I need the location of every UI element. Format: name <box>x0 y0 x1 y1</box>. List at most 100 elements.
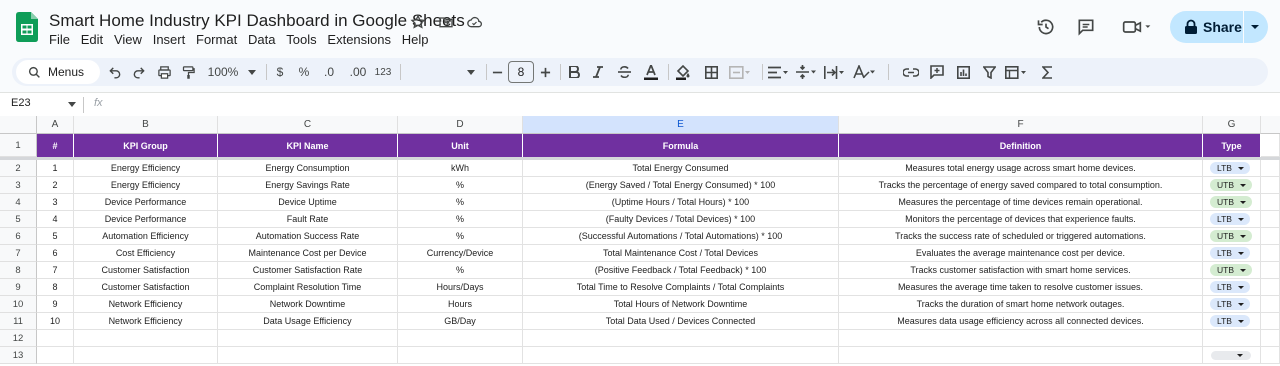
cell-b9[interactable]: Customer Satisfaction <box>74 279 218 296</box>
merge-cells-icon[interactable] <box>726 58 754 86</box>
type-dropdown-chip[interactable]: UTB <box>1210 230 1252 242</box>
print-icon[interactable] <box>152 58 176 86</box>
cloud-saved-icon[interactable] <box>464 12 484 32</box>
cell-c9[interactable]: Complaint Resolution Time <box>218 279 398 296</box>
name-box[interactable]: E23 <box>11 97 31 109</box>
cell-f11[interactable]: Measures data usage efficiency across al… <box>839 313 1203 330</box>
row-header-3[interactable]: 3 <box>0 177 37 194</box>
cell-b12[interactable] <box>74 330 218 347</box>
cell-c4[interactable]: Device Uptime <box>218 194 398 211</box>
insert-chart-icon[interactable] <box>952 58 974 86</box>
cell-e12[interactable] <box>523 330 839 347</box>
cell-d9[interactable]: Hours/Days <box>398 279 523 296</box>
cell-b11[interactable]: Network Efficiency <box>74 313 218 330</box>
menu-file[interactable]: File <box>49 32 70 47</box>
header-cell-e[interactable]: Formula <box>523 134 839 157</box>
italic-icon[interactable] <box>588 58 608 86</box>
redo-icon[interactable] <box>128 58 150 86</box>
share-dropdown-icon[interactable] <box>1250 24 1260 30</box>
type-dropdown-chip[interactable]: LTB <box>1210 247 1250 259</box>
menu-view[interactable]: View <box>114 32 142 47</box>
cell-a3[interactable]: 2 <box>37 177 74 194</box>
menu-tools[interactable]: Tools <box>286 32 316 47</box>
cell-d6[interactable]: % <box>398 228 523 245</box>
bold-icon[interactable] <box>564 58 584 86</box>
column-header-c[interactable]: C <box>218 116 398 134</box>
cell-g8[interactable]: UTB <box>1203 262 1261 279</box>
type-dropdown-chip[interactable]: LTB <box>1210 315 1250 327</box>
cell-e2[interactable]: Total Energy Consumed <box>523 160 839 177</box>
decrease-font-size-icon[interactable] <box>488 58 506 86</box>
row-header-4[interactable]: 4 <box>0 194 37 211</box>
cell-a7[interactable]: 6 <box>37 245 74 262</box>
cell-e8[interactable]: (Positive Feedback / Total Feedback) * 1… <box>523 262 839 279</box>
type-dropdown-chip[interactable]: LTB <box>1210 162 1250 174</box>
cell-g3[interactable]: UTB <box>1203 177 1261 194</box>
row-header-8[interactable]: 8 <box>0 262 37 279</box>
cell-d4[interactable]: % <box>398 194 523 211</box>
name-box-dropdown-icon[interactable] <box>68 102 76 107</box>
number-format-button[interactable]: 123 <box>372 58 394 86</box>
row-header-12[interactable]: 12 <box>0 330 37 347</box>
cell-e3[interactable]: (Energy Saved / Total Energy Consumed) *… <box>523 177 839 194</box>
cell-d5[interactable]: % <box>398 211 523 228</box>
star-icon[interactable] <box>408 12 428 32</box>
font-family-select[interactable] <box>404 58 484 86</box>
header-cell-f[interactable]: Definition <box>839 134 1203 157</box>
row-header-1[interactable]: 1 <box>0 134 37 157</box>
strikethrough-icon[interactable] <box>614 58 634 86</box>
row-header-13[interactable]: 13 <box>0 347 37 364</box>
cell-b8[interactable]: Customer Satisfaction <box>74 262 218 279</box>
cell-g4[interactable]: UTB <box>1203 194 1261 211</box>
select-all-corner[interactable] <box>0 116 37 134</box>
cell-a4[interactable]: 3 <box>37 194 74 211</box>
cell-g5[interactable]: LTB <box>1203 211 1261 228</box>
cell-e4[interactable]: (Uptime Hours / Total Hours) * 100 <box>523 194 839 211</box>
row-header-10[interactable]: 10 <box>0 296 37 313</box>
empty-type-dropdown-chip[interactable] <box>1211 351 1251 360</box>
cell-b6[interactable]: Automation Efficiency <box>74 228 218 245</box>
cell-d12[interactable] <box>398 330 523 347</box>
cell-e13[interactable] <box>523 347 839 364</box>
filter-views-icon[interactable] <box>1002 58 1032 86</box>
menu-help[interactable]: Help <box>402 32 429 47</box>
cell-a8[interactable]: 7 <box>37 262 74 279</box>
cell-g2[interactable]: LTB <box>1203 160 1261 177</box>
cell-e10[interactable]: Total Hours of Network Downtime <box>523 296 839 313</box>
zoom-select[interactable]: 100% <box>204 58 260 86</box>
cell-g6[interactable]: UTB <box>1203 228 1261 245</box>
cell-c8[interactable]: Customer Satisfaction Rate <box>218 262 398 279</box>
cell-f4[interactable]: Measures the percentage of time devices … <box>839 194 1203 211</box>
cell-d10[interactable]: Hours <box>398 296 523 313</box>
type-dropdown-chip[interactable]: LTB <box>1210 213 1250 225</box>
header-cell-b[interactable]: KPI Group <box>74 134 218 157</box>
header-cell-a[interactable]: # <box>37 134 74 157</box>
cell-f2[interactable]: Measures total energy usage across smart… <box>839 160 1203 177</box>
share-button[interactable]: Share <box>1170 11 1268 43</box>
comments-icon[interactable] <box>1073 14 1099 40</box>
cell-a12[interactable] <box>37 330 74 347</box>
cell-b13[interactable] <box>74 347 218 364</box>
cell-a5[interactable]: 4 <box>37 211 74 228</box>
cell-c7[interactable]: Maintenance Cost per Device <box>218 245 398 262</box>
cell-a10[interactable]: 9 <box>37 296 74 313</box>
horizontal-align-icon[interactable] <box>766 58 792 86</box>
row-header-7[interactable]: 7 <box>0 245 37 262</box>
cell-b7[interactable]: Cost Efficiency <box>74 245 218 262</box>
type-dropdown-chip[interactable]: LTB <box>1210 298 1250 310</box>
cell-d8[interactable]: % <box>398 262 523 279</box>
cell-c10[interactable]: Network Downtime <box>218 296 398 313</box>
cell-f8[interactable]: Tracks customer satisfaction with smart … <box>839 262 1203 279</box>
cell-e11[interactable]: Total Data Used / Devices Connected <box>523 313 839 330</box>
cell-a11[interactable]: 10 <box>37 313 74 330</box>
cell-a9[interactable]: 8 <box>37 279 74 296</box>
cell-c11[interactable]: Data Usage Efficiency <box>218 313 398 330</box>
menu-data[interactable]: Data <box>248 32 275 47</box>
row-header-2[interactable]: 2 <box>0 160 37 177</box>
history-icon[interactable] <box>1033 14 1059 40</box>
column-header-e[interactable]: E <box>523 116 839 134</box>
cell-g10[interactable]: LTB <box>1203 296 1261 313</box>
header-cell-d[interactable]: Unit <box>398 134 523 157</box>
cell-f6[interactable]: Tracks the success rate of scheduled or … <box>839 228 1203 245</box>
menu-format[interactable]: Format <box>196 32 237 47</box>
